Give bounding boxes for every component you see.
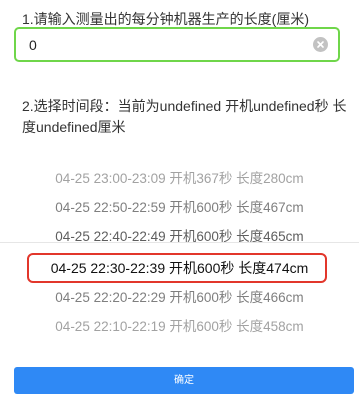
- picker-option[interactable]: 04-25 23:00-23:09 开机367秒 长度280cm: [0, 164, 359, 193]
- step2-label: 2.选择时间段：当前为undefined 开机undefined秒 长度unde…: [22, 98, 347, 135]
- length-input-container[interactable]: [14, 27, 340, 62]
- picker-option[interactable]: 04-25 22:20-22:29 开机600秒 长度466cm: [0, 283, 359, 312]
- selected-row-highlight: [27, 253, 327, 283]
- picker-option[interactable]: 04-25 22:40-22:49 开机600秒 长度465cm: [0, 222, 359, 251]
- length-input[interactable]: [29, 36, 309, 54]
- picker-option[interactable]: 04-25 22:10-22:19 开机600秒 长度458cm: [0, 312, 359, 341]
- picker-option[interactable]: 04-25 22:50-22:59 开机600秒 长度467cm: [0, 193, 359, 222]
- confirm-button[interactable]: 确定: [14, 367, 354, 394]
- picker-divider: [0, 242, 359, 243]
- clear-icon[interactable]: [313, 37, 328, 52]
